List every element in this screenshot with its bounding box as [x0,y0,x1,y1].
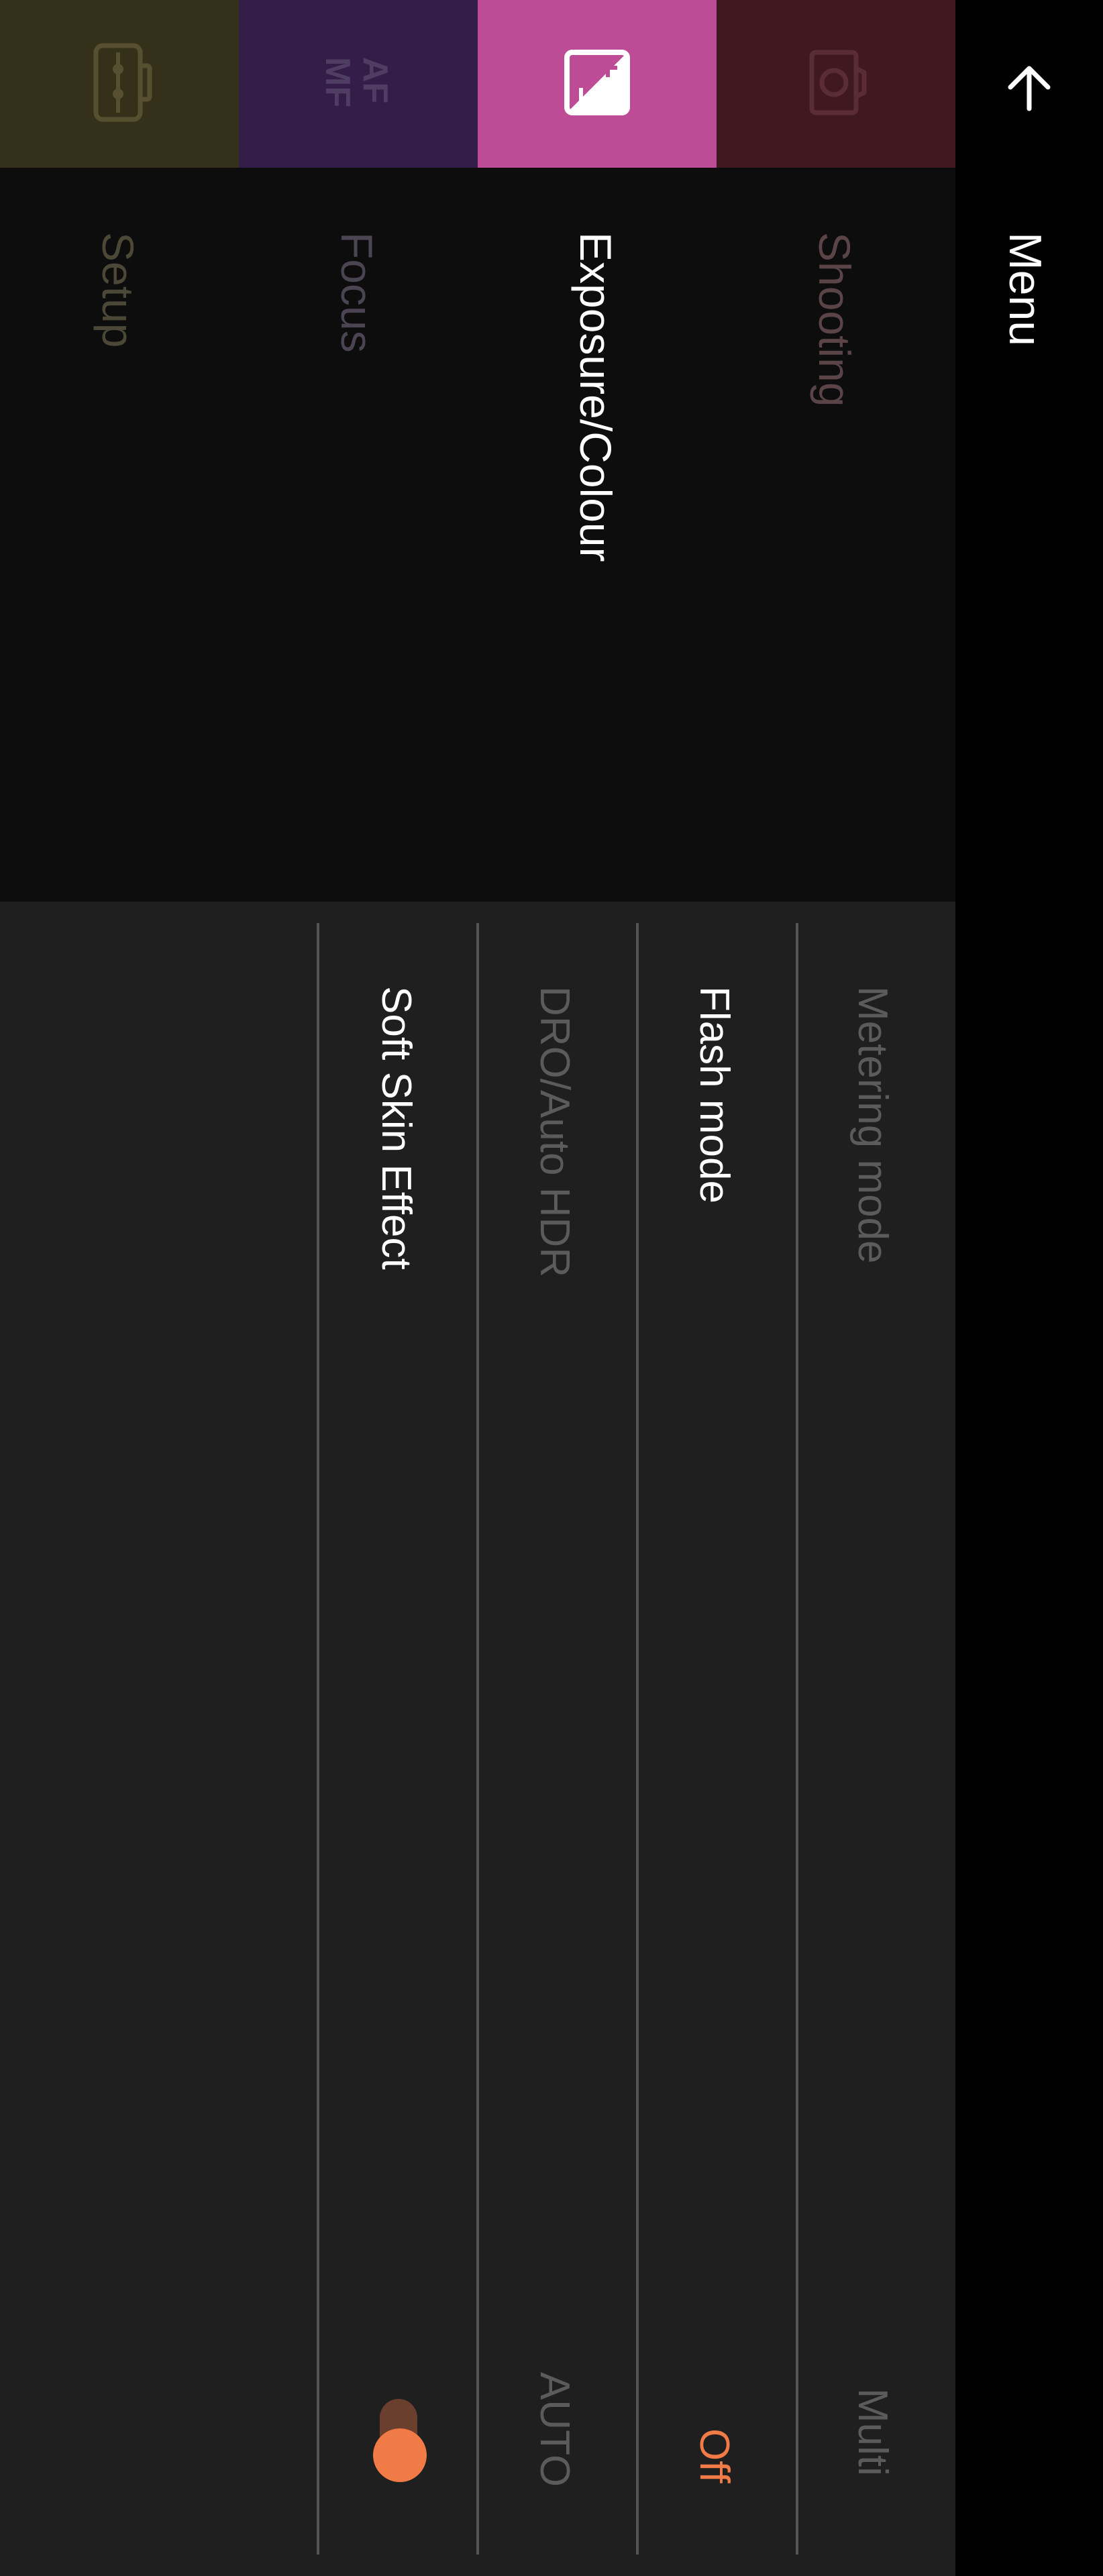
svg-text:AF: AF [356,57,395,103]
setting-value-flash-mode: Off [691,2428,737,2483]
setting-label-metering-mode: Metering mode [849,986,896,1264]
exposure-compensation-icon [564,49,631,119]
tab-setup-label: Setup [93,232,143,348]
camera-menu-screen: Menu Shooting Exposure/Colour AF MF Focu… [0,0,1103,2576]
tab-setup[interactable] [0,0,239,168]
soft-skin-toggle-knob[interactable] [373,2428,427,2482]
setting-value-metering-mode: Multi [849,2388,896,2476]
setting-label-soft-skin-effect: Soft Skin Effect [373,986,419,1270]
arrow-up-icon [1002,62,1056,119]
menu-title: Menu [1000,232,1051,347]
tab-exposure-colour-label: Exposure/Colour [571,232,621,562]
menu-header [955,0,1103,2576]
tab-shooting-label: Shooting [810,232,859,407]
tab-shooting[interactable] [717,0,955,168]
setting-label-dro-auto-hdr: DRO/Auto HDR [531,986,578,1278]
tab-focus[interactable]: AF MF [239,0,478,168]
camera-icon [799,42,873,126]
toolbox-icon [83,39,156,129]
back-button[interactable] [989,50,1069,130]
tab-exposure-colour[interactable] [478,0,717,168]
af-mf-icon: AF MF [318,36,399,133]
setting-label-flash-mode: Flash mode [691,986,737,1203]
tab-focus-label: Focus [332,232,382,353]
row-divider [317,923,319,2555]
setting-value-dro-auto-hdr: AUTO [531,2372,578,2487]
svg-text:MF: MF [318,57,357,107]
